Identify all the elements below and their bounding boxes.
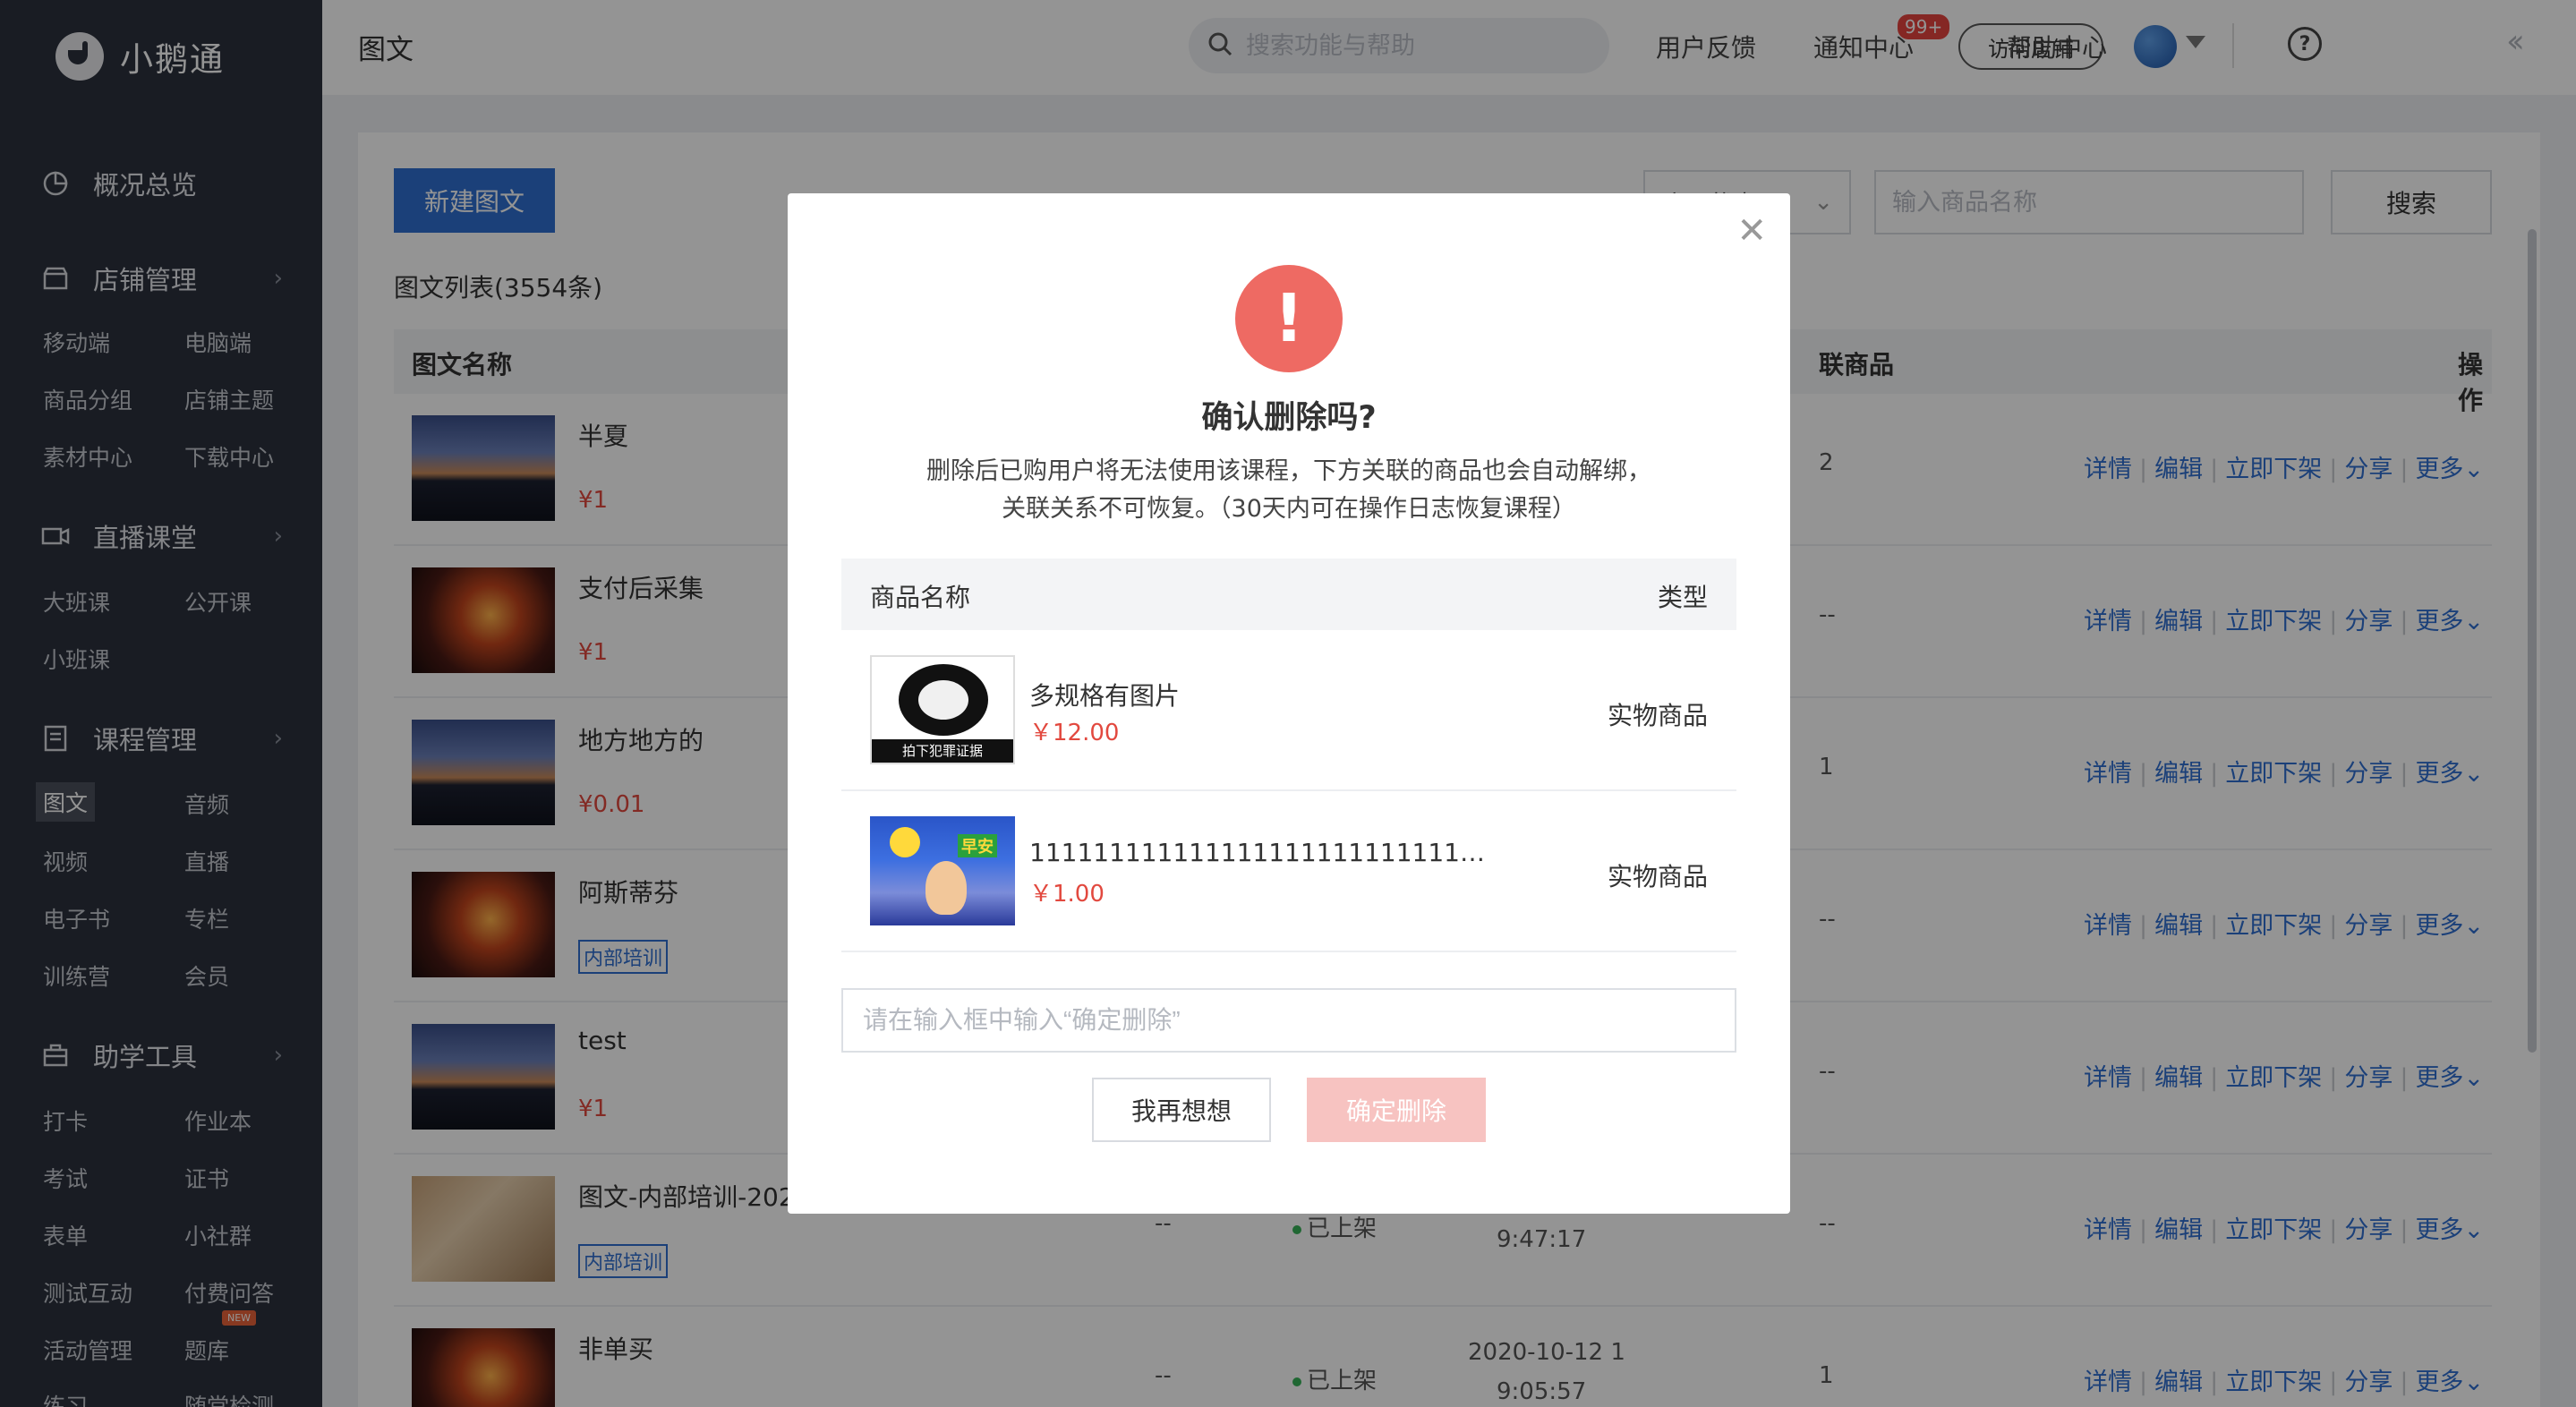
product-name: 1111111111111111111111111111111111111111… [1029, 838, 1495, 867]
dialog-description-line: 删除后已购用户将无法使用该课程，下方关联的商品也会自动解绑， [926, 457, 1651, 485]
dialog-description: 删除后已购用户将无法使用该课程，下方关联的商品也会自动解绑， 关联关系不可恢复。… [788, 453, 1790, 528]
confirm-text-input[interactable] [841, 988, 1736, 1053]
thumbnail-caption: 拍下犯罪证据 [872, 739, 1013, 763]
col-header-type: 类型 [1657, 583, 1708, 612]
product-thumbnail: 拍下犯罪证据 [870, 655, 1015, 764]
product-thumbnail: 早安 [870, 816, 1015, 925]
product-type: 实物商品 [1607, 862, 1708, 891]
product-price: ￥1.00 [1029, 881, 1105, 908]
thumbnail-caption: 早安 [958, 834, 997, 857]
panda-meme-image [899, 664, 988, 736]
dialog-description-line: 关联关系不可恢复。（30天内可在操作日志恢复课程） [1002, 495, 1576, 523]
cancel-button[interactable]: 我再想想 [1092, 1078, 1271, 1142]
related-products-header: 商品名称 类型 [841, 559, 1736, 630]
product-type: 实物商品 [1607, 701, 1708, 730]
warning-icon: ! [1235, 265, 1343, 372]
product-price: ￥12.00 [1029, 720, 1120, 746]
product-name: 多规格有图片 [1029, 681, 1181, 711]
delete-confirm-dialog: ✕ ! 确认删除吗? 删除后已购用户将无法使用该课程，下方关联的商品也会自动解绑… [788, 193, 1790, 1214]
dialog-title: 确认删除吗? [1201, 400, 1377, 436]
close-icon[interactable]: ✕ [1736, 213, 1767, 249]
related-product-row: 早安 1111111111111111111111111111111111111… [841, 791, 1736, 952]
girl-figure-image [925, 861, 967, 915]
col-header-product-name: 商品名称 [870, 583, 971, 612]
confirm-delete-button[interactable]: 确定删除 [1307, 1078, 1486, 1142]
related-product-row: 拍下犯罪证据 多规格有图片 ￥12.00 实物商品 [841, 630, 1736, 791]
sun-icon [890, 827, 920, 857]
